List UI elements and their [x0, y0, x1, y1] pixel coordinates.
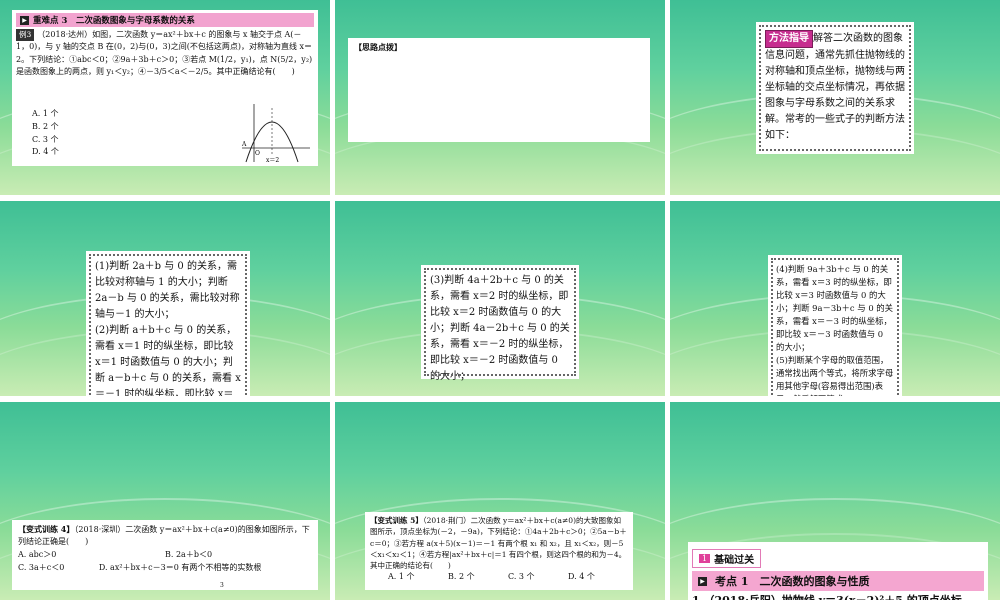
variant-5-text-block: 【变式训练 5】（2018·荆门）二次函数 y＝ax²＋bx＋c(a≠0)的大致…	[370, 515, 628, 571]
example-text-block: 例3 （2018·达州）如图，二次函数 y＝ax²＋bx＋c 的图象与 x 轴交于…	[16, 29, 314, 79]
method-text-block: 方法指导 解答二次函数的图象信息问题，通常先抓住抛物线的对称轴和顶点坐标，抛物线与…	[765, 30, 905, 144]
slide-7[interactable]: 【变式训练 4】（2018·深圳）二次函数 y＝ax²＋bx＋c(a≠0)的图象…	[0, 402, 330, 600]
variant-4-options-row-2: C. 3a＋c＜0 D. ax²＋bx＋c－3＝0 有两个不相等的实数根	[18, 562, 312, 575]
slide-2[interactable]: 【思路点拨】	[335, 0, 665, 195]
rule-1: (1)判断 2a＋b 与 0 的关系，需比较对称轴与 1 的大小；判断 2a－b…	[95, 261, 240, 320]
option-a: A. 1 个	[32, 109, 59, 118]
section-header-text: 重难点 3 二次函数图象与字母系数的关系	[33, 16, 195, 26]
play-icon: ▶	[20, 15, 29, 25]
basic-badge: 1 基础过关	[692, 549, 762, 568]
slide-4[interactable]: (1)判断 2a＋b 与 0 的关系，需比较对称轴与 1 的大小；判断 2a－b…	[0, 201, 330, 396]
variant-5-title: 【变式训练 5】	[370, 516, 423, 525]
point-a-label: A	[241, 141, 247, 148]
slide-grid: ▶ 重难点 3 二次函数图象与字母系数的关系 例3 （2018·达州）如图，二次函…	[0, 0, 1000, 600]
option-d: D. 4 个	[32, 147, 59, 157]
method-card-4-5: (4)判断 9a＋3b＋c 与 0 的关系，需看 x＝3 时的纵坐标，即比较 x…	[768, 255, 902, 396]
slide-3[interactable]: 方法指导 解答二次函数的图象信息问题，通常先抓住抛物线的对称轴和顶点坐标，抛物线与…	[670, 0, 1000, 195]
v5-option-b: B. 2 个	[448, 572, 475, 582]
option-b: B. 2 个	[32, 121, 59, 131]
topic-text: 考点 1 二次函数的图象与性质	[715, 575, 870, 588]
method-card-3: (3)判断 4a＋2b＋c 与 0 的关系，需看 x＝2 时的纵坐标，即比较 x…	[421, 265, 579, 382]
variant-5-card: 【变式训练 5】（2018·荆门）二次函数 y＝ax²＋bx＋c(a≠0)的大致…	[365, 512, 633, 590]
variant-4-card: 【变式训练 4】（2018·深圳）二次函数 y＝ax²＋bx＋c(a≠0)的图象…	[12, 520, 318, 590]
example-text: （2018·达州）如图，二次函数 y＝ax²＋bx＋c 的图象与 x 轴交于点 …	[16, 30, 313, 77]
method-text: 解答二次函数的图象信息问题，通常先抓住抛物线的对称轴和顶点坐标，抛物线与两坐标轴…	[765, 33, 905, 141]
origin-label: O	[255, 150, 260, 157]
v4-option-a: A. abc＞0	[18, 549, 57, 559]
hint-card: 【思路点拨】	[348, 38, 650, 142]
example-card: ▶ 重难点 3 二次函数图象与字母系数的关系 例3 （2018·达州）如图，二次函…	[12, 10, 318, 166]
method-card: 方法指导 解答二次函数的图象信息问题，通常先抓住抛物线的对称轴和顶点坐标，抛物线与…	[756, 22, 914, 154]
graph-label: 3	[220, 582, 224, 589]
hint-title: 【思路点拨】	[354, 42, 402, 52]
rule-5: (5)判断某个字母的取值范围，通常找出两个等式，将所求字母用其他字母(容易得出范…	[776, 355, 894, 396]
axis-label: x＝2	[266, 157, 279, 164]
method-card-1-2: (1)判断 2a＋b 与 0 的关系，需比较对称轴与 1 的大小；判断 2a－b…	[86, 251, 250, 396]
answer-options: A. 1 个 B. 2 个 C. 3 个 D. 4 个	[32, 108, 59, 159]
method-badge: 方法指导	[765, 30, 813, 48]
badge-number: 1	[699, 554, 711, 563]
v5-option-c: C. 3 个	[508, 572, 535, 582]
slide-8[interactable]: 【变式训练 5】（2018·荆门）二次函数 y＝ax²＋bx＋c(a≠0)的大致…	[335, 402, 665, 600]
v4-option-d: D. ax²＋bx＋c－3＝0 有两个不相等的实数根	[98, 562, 262, 572]
badge-text: 基础过关	[714, 555, 755, 566]
section-header: ▶ 重难点 3 二次函数图象与字母系数的关系	[16, 13, 314, 27]
basic-card: 1 基础过关 ▶ 考点 1 二次函数的图象与性质 1.（2018·岳阳）抛物线 …	[688, 542, 988, 600]
variant-4-text-block: 【变式训练 4】（2018·深圳）二次函数 y＝ax²＋bx＋c(a≠0)的图象…	[18, 523, 312, 549]
v5-option-a: A. 1 个	[388, 572, 415, 582]
v5-option-d: D. 4 个	[568, 572, 595, 582]
variant-4-title: 【变式训练 4】	[18, 524, 75, 534]
slide-5[interactable]: (3)判断 4a＋2b＋c 与 0 的关系，需看 x＝2 时的纵坐标，即比较 x…	[335, 201, 665, 396]
rule-3: (3)判断 4a＋2b＋c 与 0 的关系，需看 x＝2 时的纵坐标，即比较 x…	[430, 275, 570, 382]
question-1: 1.（2018·岳阳）抛物线 y＝3(x－2)²＋5 的顶点坐标	[692, 591, 984, 600]
rule-4: (4)判断 9a＋3b＋c 与 0 的关系，需看 x＝3 时的纵坐标，即比较 x…	[776, 264, 894, 353]
v4-option-c: C. 3a＋c＜0	[18, 562, 65, 572]
slide-1[interactable]: ▶ 重难点 3 二次函数图象与字母系数的关系 例3 （2018·达州）如图，二次函…	[0, 0, 330, 195]
slide-6[interactable]: (4)判断 9a＋3b＋c 与 0 的关系，需看 x＝3 时的纵坐标，即比较 x…	[670, 201, 1000, 396]
slide-9[interactable]: 1 基础过关 ▶ 考点 1 二次函数的图象与性质 1.（2018·岳阳）抛物线 …	[670, 402, 1000, 600]
play-icon-2: ▶	[698, 576, 707, 586]
parabola-graph: x＝2 O A	[241, 104, 310, 164]
option-c: C. 3 个	[32, 134, 59, 144]
variant-4-options-row-1: A. abc＞0 B. 2a＋b＜0	[18, 549, 312, 562]
v4-option-b: B. 2a＋b＜0	[165, 549, 213, 559]
topic-bar: ▶ 考点 1 二次函数的图象与性质	[692, 571, 984, 591]
variant-5-options: A. 1 个 B. 2 个 C. 3 个 D. 4 个	[370, 571, 628, 582]
example-tag: 例3	[16, 29, 35, 41]
rule-2: (2)判断 a＋b＋c 与 0 的关系，需看 x＝1 时的纵坐标，即比较 x＝1…	[95, 325, 241, 396]
